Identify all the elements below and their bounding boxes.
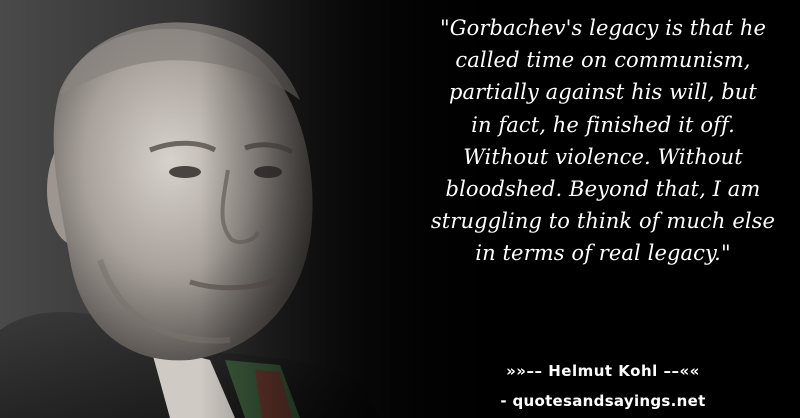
quote-line: "Gorbachev's legacy is that he [439, 16, 766, 40]
source-site: - quotesandsayings.net [500, 392, 706, 410]
quote-line: in terms of real legacy." [475, 241, 731, 266]
quote-line: called time on communism, [455, 48, 751, 73]
quote-line: bloodshed. Beyond that, I am [445, 177, 761, 202]
quote-author: »»–– Helmut Kohl ––«« [506, 362, 700, 380]
quote-line: struggling to think of much else [430, 209, 776, 234]
quote-text: "Gorbachev's legacy is that he called ti… [418, 12, 788, 270]
quote-line: in fact, he finished it off. [471, 112, 735, 137]
quote-block: "Gorbachev's legacy is that he called ti… [418, 12, 788, 270]
quote-line: Without violence. Without [463, 144, 743, 169]
quote-line: partially against his will, but [449, 80, 757, 105]
quote-card: "Gorbachev's legacy is that he called ti… [0, 0, 800, 418]
